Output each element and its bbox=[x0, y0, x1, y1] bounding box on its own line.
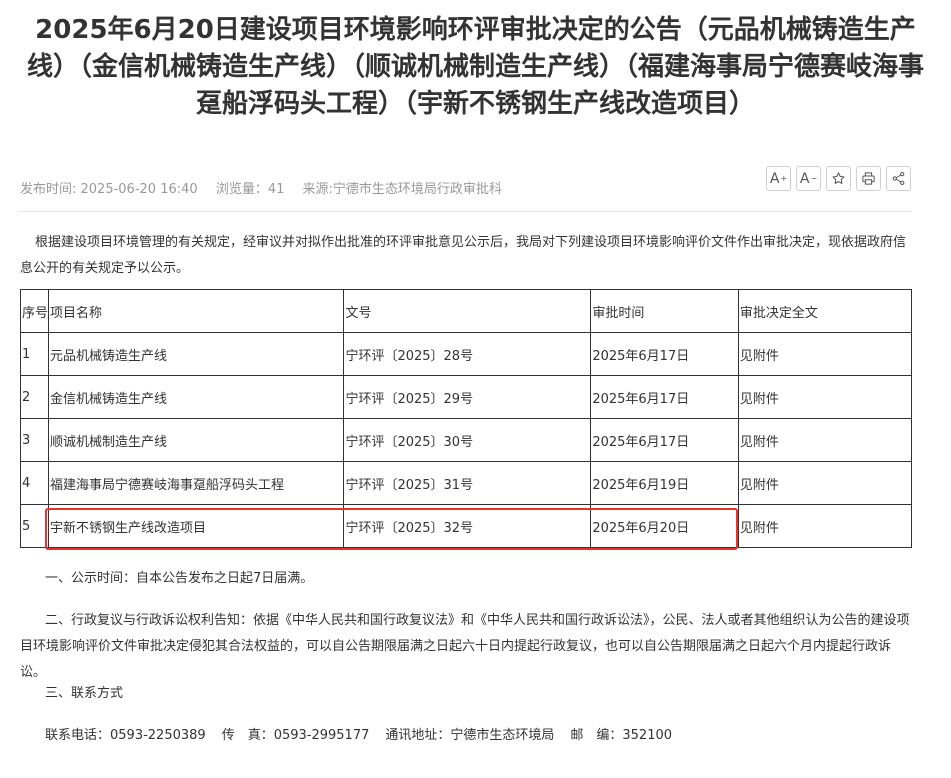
row-approval-date: 2025年6月17日 bbox=[590, 418, 739, 462]
row-approval-date: 2025年6月19日 bbox=[590, 461, 739, 505]
publish-time: 发布时间: 2025-06-20 16:40 bbox=[20, 182, 198, 197]
print-button[interactable] bbox=[856, 166, 881, 191]
row-approval-date: 2025年6月17日 bbox=[590, 375, 739, 419]
row-approval-date: 2025年6月20日 bbox=[590, 504, 739, 548]
row-document-number: 宁环评〔2025〕29号 bbox=[343, 375, 592, 419]
row-attachment-link[interactable]: 见附件 bbox=[737, 332, 913, 376]
font-increase-mark: + bbox=[780, 174, 788, 183]
font-decrease-button[interactable]: A − bbox=[796, 166, 821, 191]
header-project-name: 项目名称 bbox=[48, 289, 345, 333]
header-index: 序号 bbox=[19, 289, 50, 333]
table-row: 5 宇新不锈钢生产线改造项目 宁环评〔2025〕32号 2025年6月20日 见… bbox=[19, 504, 913, 548]
row-attachment-link[interactable]: 见附件 bbox=[737, 375, 913, 419]
font-increase-button[interactable]: A + bbox=[766, 166, 791, 191]
row-project-name: 金信机械铸造生产线 bbox=[48, 375, 345, 419]
row-document-number: 宁环评〔2025〕28号 bbox=[343, 332, 592, 376]
contact-heading: 三、联系方式 bbox=[45, 686, 124, 701]
table-row: 4 福建海事局宁德赛岐海事趸船浮码头工程 宁环评〔2025〕31号 2025年6… bbox=[19, 461, 913, 505]
table-row: 1 元品机械铸造生产线 宁环评〔2025〕28号 2025年6月17日 见附件 bbox=[19, 332, 913, 376]
table-header-row: 序号 项目名称 文号 审批时间 审批决定全文 bbox=[19, 289, 913, 333]
row-project-name: 顺诚机械制造生产线 bbox=[48, 418, 345, 462]
row-project-name: 宇新不锈钢生产线改造项目 bbox=[48, 504, 345, 548]
row-index: 4 bbox=[19, 461, 50, 505]
appeal-rights-paragraph: 二、行政复议与行政诉讼权利告知：依据《中华人民共和国行政复议法》和《中华人民共和… bbox=[20, 613, 910, 680]
header-full-text: 审批决定全文 bbox=[737, 289, 913, 333]
row-approval-date: 2025年6月17日 bbox=[590, 332, 739, 376]
row-project-name: 福建海事局宁德赛岐海事趸船浮码头工程 bbox=[48, 461, 345, 505]
article-meta: 发布时间: 2025-06-20 16:40 浏览量：41 来源:宁德市生态环境… bbox=[20, 178, 516, 197]
table-row: 3 顺诚机械制造生产线 宁环评〔2025〕30号 2025年6月17日 见附件 bbox=[19, 418, 913, 462]
row-attachment-link[interactable]: 见附件 bbox=[737, 418, 913, 462]
row-attachment-link[interactable]: 见附件 bbox=[737, 504, 913, 548]
view-count: 浏览量：41 bbox=[215, 182, 285, 197]
row-project-name: 元品机械铸造生产线 bbox=[48, 332, 345, 376]
intro-paragraph: 根据建设项目环境管理的有关规定，经审议并对拟作出批准的环评审批意见公示后，我局对… bbox=[20, 235, 907, 276]
font-increase-label: A bbox=[769, 170, 780, 187]
row-document-number: 宁环评〔2025〕32号 bbox=[343, 504, 592, 548]
page-title: 2025年6月20日建设项目环境影响环评审批决定的公告（元品机械铸造生产线）（金… bbox=[26, 15, 924, 119]
header-approval-date: 审批时间 bbox=[590, 289, 739, 333]
favorite-button[interactable] bbox=[826, 166, 851, 191]
article-source: 来源:宁德市生态环境局行政审批科 bbox=[302, 182, 502, 197]
font-decrease-mark: − bbox=[810, 174, 818, 183]
share-button[interactable] bbox=[886, 166, 911, 191]
row-document-number: 宁环评〔2025〕31号 bbox=[343, 461, 592, 505]
row-index: 3 bbox=[19, 418, 50, 462]
row-index: 2 bbox=[19, 375, 50, 419]
meta-divider bbox=[20, 211, 912, 212]
header-document-number: 文号 bbox=[343, 289, 592, 333]
row-index: 5 bbox=[19, 504, 50, 548]
share-icon bbox=[892, 172, 905, 185]
notice-period-paragraph: 一、公示时间：自本公告发布之日起7日届满。 bbox=[45, 571, 314, 586]
table-row: 2 金信机械铸造生产线 宁环评〔2025〕29号 2025年6月17日 见附件 bbox=[19, 375, 913, 419]
row-index: 1 bbox=[19, 332, 50, 376]
approval-table: 序号 项目名称 文号 审批时间 审批决定全文 1 元品机械铸造生产线 宁环评〔2… bbox=[19, 289, 913, 548]
print-icon bbox=[862, 172, 875, 185]
contact-details: 联系电话：0593-2250389 传 真：0593-2995177 通讯地址：宁德… bbox=[20, 723, 912, 749]
row-document-number: 宁环评〔2025〕30号 bbox=[343, 418, 592, 462]
font-decrease-label: A bbox=[799, 170, 810, 187]
contact-postcode: 邮 编：352100 bbox=[570, 728, 673, 743]
article-toolbar: A + A − bbox=[766, 166, 911, 191]
contact-address: 通讯地址：宁德市生态环境局 bbox=[385, 728, 555, 743]
row-attachment-link[interactable]: 见附件 bbox=[737, 461, 913, 505]
contact-fax: 传 真：0593-2995177 bbox=[221, 728, 370, 743]
contact-phone: 联系电话：0593-2250389 bbox=[45, 728, 206, 743]
star-icon bbox=[832, 172, 845, 184]
